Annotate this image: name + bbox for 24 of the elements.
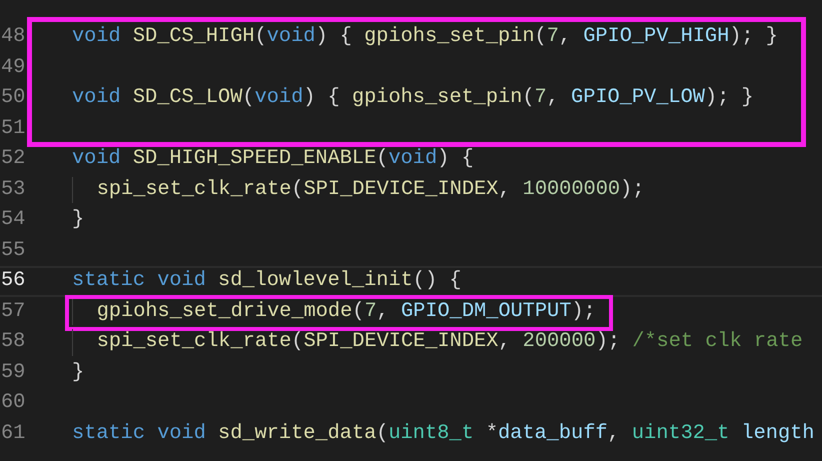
code-line: void SD_CS_LOW(void) { gpiohs_set_pin(7, GPIO_PV_LOW); } <box>72 87 754 110</box>
line-number: 50 <box>0 85 26 111</box>
code-line: gpiohs_set_drive_mode(7, GPIO_DM_OUTPUT); <box>96 300 596 323</box>
line-number: 48 <box>0 24 26 50</box>
line-number: 54 <box>0 207 26 233</box>
code-line: } <box>72 362 84 384</box>
code-line: static void sd_lowlevel_init() { <box>72 270 462 292</box>
line-number: 52 <box>0 146 26 172</box>
code-line: spi_set_clk_rate(SPI_DEVICE_INDEX, 10000000); <box>96 178 644 201</box>
code-line: void SD_CS_HIGH(void) { gpiohs_set_pin(7, GPIO_PV_HIGH); } <box>72 26 778 48</box>
line-number: 49 <box>0 54 26 80</box>
line-number: 60 <box>0 390 26 416</box>
code-line: } <box>72 209 84 232</box>
line-number: 51 <box>0 116 26 142</box>
line-number: 55 <box>0 238 26 264</box>
code-line: spi_set_clk_rate(SPI_DEVICE_INDEX, 200000); /*set clk rate <box>96 331 803 354</box>
line-number: 59 <box>0 360 26 386</box>
code-line: void SD_HIGH_SPEED_ENABLE(void) { <box>72 148 474 170</box>
line-number: 61 <box>0 420 26 446</box>
line-number: 53 <box>0 176 26 202</box>
line-number: 58 <box>0 329 26 355</box>
line-number: 57 <box>0 298 26 324</box>
line-number: 56 <box>0 268 26 294</box>
code-line: static void sd_write_data(uint8_t *data_buff, uint32_t length <box>72 422 814 445</box>
